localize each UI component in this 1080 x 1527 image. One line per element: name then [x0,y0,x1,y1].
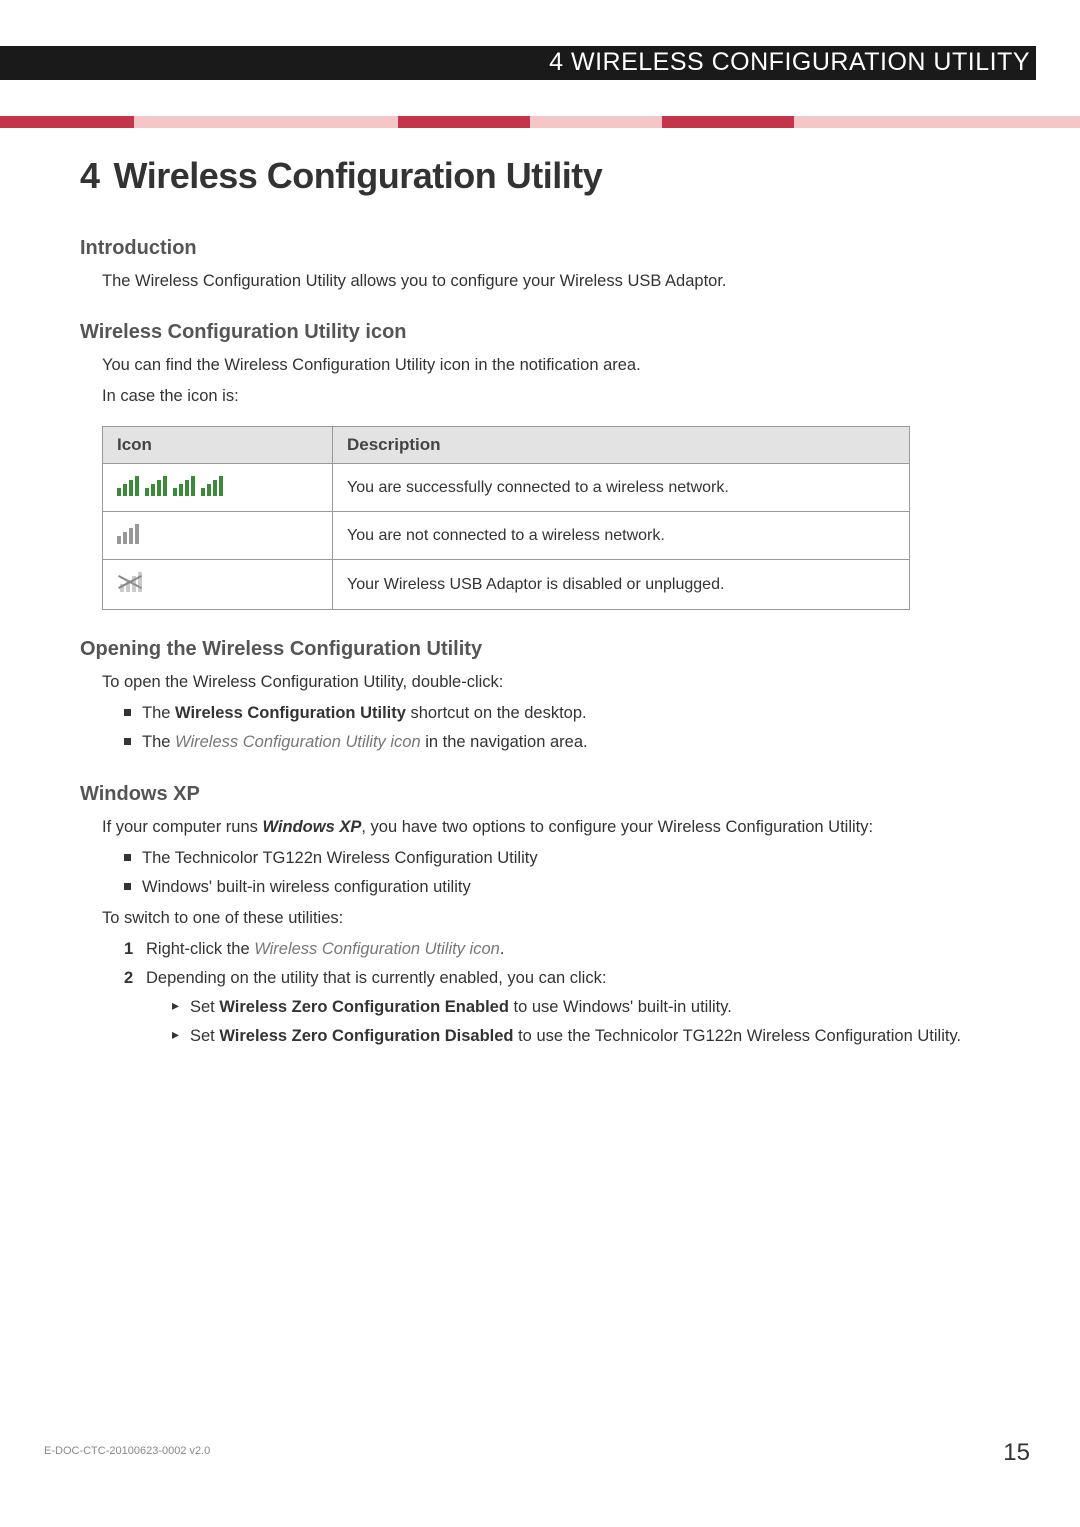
text: If your computer runs [102,818,262,836]
table-header-icon: Icon [103,427,333,464]
winxp-steps: Right-click the Wireless Configuration U… [124,938,1030,1048]
text: to use Windows' built-in utility. [509,998,732,1016]
icon-body-2: In case the icon is: [102,385,1030,408]
text: Set [190,1027,219,1045]
running-header: 4 WIRELESS CONFIGURATION UTILITY [549,48,1030,77]
list-item: The Wireless Configuration Utility short… [124,702,1030,725]
winxp-switch-body: To switch to one of these utilities: [102,907,1030,930]
opening-list: The Wireless Configuration Utility short… [124,702,1030,754]
opening-body: To open the Wireless Configuration Utili… [102,671,1030,694]
text: Set [190,998,219,1016]
section-heading-intro: Introduction [80,237,1030,260]
winxp-substeps: Set Wireless Zero Configuration Enabled … [172,996,1030,1048]
intro-body: The Wireless Configuration Utility allow… [102,270,1030,293]
substep-item: Set Wireless Zero Configuration Disabled… [172,1025,1030,1048]
text: Depending on the utility that is current… [146,969,606,987]
chapter-name: Wireless Configuration Utility [114,155,603,196]
icon-disconnected-cell [103,512,333,560]
winxp-body: If your computer runs Windows XP, you ha… [102,816,1030,839]
icon-status-table: Icon Description You are successfully co… [102,426,910,610]
section-heading-winxp: Windows XP [80,783,1030,806]
list-item: The Technicolor TG122n Wireless Configur… [124,847,1030,870]
step-item: Depending on the utility that is current… [124,967,1030,1048]
table-row: You are successfully connected to a wire… [103,464,910,512]
list-item: The Wireless Configuration Utility icon … [124,731,1030,754]
table-row: You are not connected to a wireless netw… [103,512,910,560]
text-bold: Wireless Configuration Utility [175,704,406,722]
step-item: Right-click the Wireless Configuration U… [124,938,1030,961]
tab-segment [0,116,134,128]
text: shortcut on the desktop. [406,704,587,722]
section-heading-icon: Wireless Configuration Utility icon [80,321,1030,344]
icon-connected-cell [103,464,333,512]
footer-doc-id: E-DOC-CTC-20100623-0002 v2.0 [44,1445,210,1457]
winxp-options-list: The Technicolor TG122n Wireless Configur… [124,847,1030,899]
text-bold: Wireless Zero Configuration Enabled [219,998,509,1016]
chapter-number: 4 [80,155,100,196]
text: to use the Technicolor TG122n Wireless C… [514,1027,962,1045]
tab-segment [134,116,266,128]
text: The [142,704,175,722]
page-number: 15 [1003,1439,1030,1467]
tab-segment [662,116,794,128]
icon-disabled-cell [103,560,333,610]
tab-segment [398,116,530,128]
section-heading-opening: Opening the Wireless Configuration Utili… [80,638,1030,661]
tab-segment [266,116,398,128]
text: , you have two options to configure your… [361,818,873,836]
page-content: 4 Wireless Configuration Utility Introduc… [80,155,1030,1054]
signal-disabled-icon [117,570,143,594]
signal-disconnected-icon [117,522,139,544]
tab-strip [0,116,1080,128]
desc-connected: You are successfully connected to a wire… [333,464,910,512]
signal-connected-icon [117,474,223,496]
desc-disabled: Your Wireless USB Adaptor is disabled or… [333,560,910,610]
desc-disconnected: You are not connected to a wireless netw… [333,512,910,560]
text-bold: Wireless Zero Configuration Disabled [219,1027,513,1045]
text: in the navigation area. [421,733,588,751]
tab-segment [794,116,1080,128]
chapter-title: 4 Wireless Configuration Utility [80,155,1030,197]
table-header-description: Description [333,427,910,464]
tab-segment [530,116,662,128]
text-italic-link: Wireless Configuration Utility icon [175,733,421,751]
substep-item: Set Wireless Zero Configuration Enabled … [172,996,1030,1019]
icon-body-1: You can find the Wireless Configuration … [102,354,1030,377]
text-bold: Windows XP [262,818,361,836]
text: . [500,940,505,958]
text: Right-click the [146,940,254,958]
text: The [142,733,175,751]
table-row: Your Wireless USB Adaptor is disabled or… [103,560,910,610]
list-item: Windows' built-in wireless configuration… [124,876,1030,899]
text-italic-link: Wireless Configuration Utility icon [254,940,500,958]
